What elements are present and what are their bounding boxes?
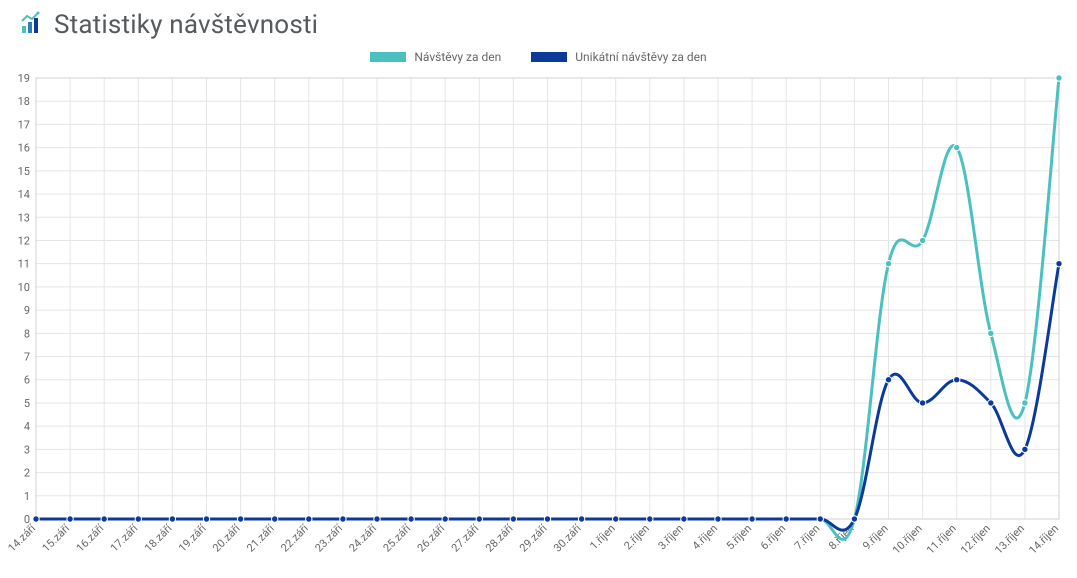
svg-text:8: 8	[24, 327, 30, 340]
svg-text:26.září: 26.září	[415, 521, 449, 555]
svg-text:11.říjen: 11.říjen	[924, 522, 959, 557]
svg-text:16: 16	[18, 142, 30, 155]
svg-text:24.září: 24.září	[346, 521, 380, 555]
page-header: Statistiky návštěvnosti	[0, 0, 1077, 46]
svg-text:9.říjen: 9.říjen	[860, 522, 890, 552]
svg-text:19.září: 19.září	[176, 521, 210, 555]
svg-text:25.září: 25.září	[381, 521, 415, 555]
svg-text:4: 4	[24, 420, 30, 433]
svg-text:6.říjen: 6.říjen	[758, 522, 788, 552]
svg-text:19: 19	[18, 72, 30, 85]
svg-text:7: 7	[24, 351, 30, 364]
svg-text:29.září: 29.září	[517, 521, 551, 555]
stats-chart-icon	[20, 11, 44, 39]
svg-text:22.září: 22.září	[278, 521, 312, 555]
svg-text:6: 6	[24, 374, 30, 387]
visits-line-chart: 01234567891011121314151617181914.září15.…	[8, 72, 1065, 567]
svg-text:15.září: 15.září	[40, 521, 74, 555]
svg-text:13.říjen: 13.říjen	[992, 522, 1027, 557]
chart-container: 01234567891011121314151617181914.září15.…	[0, 72, 1077, 567]
svg-text:17.září: 17.září	[108, 521, 142, 555]
svg-text:18.září: 18.září	[142, 521, 176, 555]
svg-text:3: 3	[24, 443, 30, 456]
svg-text:14.říjen: 14.říjen	[1026, 522, 1061, 557]
legend-item-visits[interactable]: Návštěvy za den	[370, 50, 501, 64]
legend-label-unique: Unikátní návštěvy za den	[575, 50, 706, 64]
svg-text:3.říjen: 3.říjen	[656, 522, 686, 552]
svg-text:10.říjen: 10.říjen	[890, 522, 925, 557]
svg-text:14: 14	[18, 188, 30, 201]
svg-text:5: 5	[24, 397, 30, 410]
svg-text:17: 17	[18, 118, 30, 131]
svg-text:28.září: 28.září	[483, 521, 517, 555]
svg-text:13: 13	[18, 211, 30, 224]
svg-text:1.říjen: 1.říjen	[587, 522, 617, 552]
svg-text:10: 10	[18, 281, 30, 294]
svg-text:7.říjen: 7.říjen	[792, 522, 822, 552]
legend-swatch-visits	[370, 52, 406, 62]
legend-swatch-unique	[531, 52, 567, 62]
legend-label-visits: Návštěvy za den	[414, 50, 501, 64]
svg-text:30.září: 30.září	[551, 521, 585, 555]
svg-text:4.říjen: 4.říjen	[690, 522, 720, 552]
svg-text:16.září: 16.září	[74, 521, 108, 555]
svg-text:11: 11	[18, 258, 30, 271]
page-title: Statistiky návštěvnosti	[54, 10, 318, 40]
svg-text:9: 9	[24, 304, 30, 317]
svg-text:12.říjen: 12.říjen	[958, 522, 993, 557]
svg-text:5.říjen: 5.říjen	[724, 522, 754, 552]
legend-item-unique[interactable]: Unikátní návštěvy za den	[531, 50, 706, 64]
chart-legend: Návštěvy za den Unikátní návštěvy za den	[0, 46, 1077, 72]
svg-text:14.září: 14.září	[8, 521, 39, 555]
svg-text:23.září: 23.září	[312, 521, 346, 555]
svg-text:12: 12	[18, 234, 30, 247]
svg-text:1: 1	[24, 490, 30, 503]
svg-text:21.září: 21.září	[244, 521, 278, 555]
svg-text:2.říjen: 2.říjen	[621, 522, 651, 552]
svg-text:2: 2	[24, 467, 30, 480]
svg-text:20.září: 20.září	[210, 521, 244, 555]
svg-text:18: 18	[18, 95, 30, 108]
svg-text:15: 15	[18, 165, 30, 178]
svg-text:27.září: 27.září	[449, 521, 483, 555]
